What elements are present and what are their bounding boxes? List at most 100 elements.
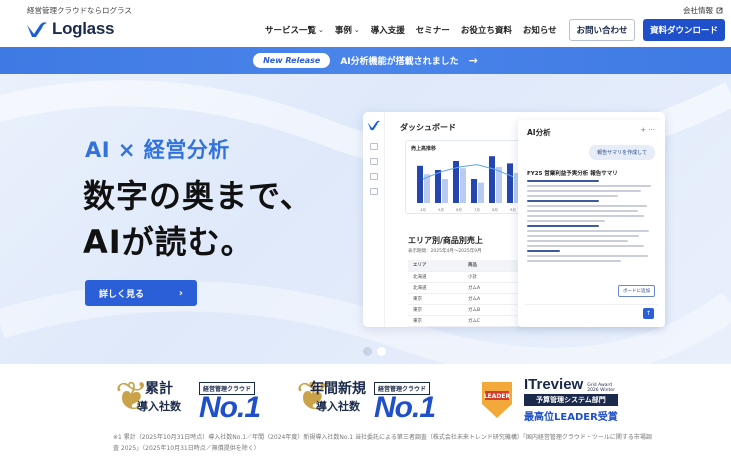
ai-chat-input[interactable]: ↑ [525,304,658,321]
chart-tick-label: 6月 [456,207,462,212]
table-cell: 小計 [462,271,515,283]
nav-label: サービス一覧 [265,26,317,36]
nav-item-resources[interactable]: お役立ち資料 [461,24,512,36]
award-subtitle: 導入社数 [316,400,360,413]
award-season: Grid Award 2026 Winter [587,383,615,393]
nav-label: 事例 [334,26,352,36]
chart-bar [478,182,484,203]
nav-item-services[interactable]: サービス一覧 ⌄ [265,24,324,36]
site-header: 経営管理クラウドならログラス Loglass 会社情報 サービス一覧 ⌄ 事例 ⌄ … [0,0,731,47]
brand-name: Loglass [52,19,115,38]
award-itreview-leader: LEADER ITreview Grid Award 2026 Winter 予… [474,374,654,424]
company-info-link[interactable]: 会社情報 [683,5,723,16]
column-header: エリア [408,260,463,272]
learn-more-label: 詳しく見る [99,289,145,300]
award-title: ITreview [524,376,584,393]
ai-summary-text [527,178,657,265]
award-category: 予算管理システム部門 [524,394,618,406]
itreview-leader-badge-icon: LEADER [482,382,512,418]
logo[interactable]: Loglass [26,19,114,39]
hero-title-line2: AIが読む。 [83,223,254,261]
leader-badge-text: LEADER [484,393,511,400]
award-rank: No.1 [374,391,436,424]
chart-bar [417,165,423,203]
dashboard-title: ダッシュボード [400,123,456,132]
carousel-dot-active[interactable] [377,347,386,356]
more-options-icon[interactable]: + ··· [640,126,655,134]
ai-analysis-panel: AI分析 + ··· 報告サマリを作成して FY25 営業利益予実分析 報告サマ… [518,120,665,327]
nav-item-seminar[interactable]: セミナー [416,24,450,36]
send-icon[interactable]: ↑ [643,308,654,319]
announcement-text: AI分析機能が搭載されました [340,57,459,67]
chart-bar [489,156,495,203]
chart-bar [496,167,502,203]
chart-bar [507,163,513,203]
nav-item-cases[interactable]: 事例 ⌄ [335,24,360,36]
ai-panel-title: AI分析 [527,128,551,137]
chart-bar [435,170,441,203]
nav-item-support[interactable]: 導入支援 [371,24,405,36]
header-tagline: 経営管理クラウドならログラス [27,6,132,15]
org-icon [370,188,378,195]
table-cell: 北海道 [408,271,463,283]
table-cell: ガムA [462,282,515,294]
new-release-badge: New Release [253,53,331,68]
announcement-bar[interactable]: New Release AI分析機能が搭載されました → [0,47,731,74]
download-button[interactable]: 資料ダウンロード [643,19,725,41]
hero-subtitle: AI × 経営分析 [85,138,230,162]
awards-section: ❦ 累計 導入社数 経営管理クラウド No.1 ❦ 年間新規 導入社数 経営管理… [0,364,731,460]
table-cell: ガムA [462,293,515,305]
loglass-bird-icon [27,22,47,37]
table-cell: 東京 [408,315,463,327]
column-header: 商品 [462,260,515,272]
hero-title-line1: 数字の奥まで、 [83,177,313,215]
award-tag: 最高位LEADER受賞 [524,412,618,423]
learn-more-button[interactable]: 詳しく見る › [85,280,197,306]
award-title: 累計 [145,381,173,397]
ai-prompt-bubble: 報告サマリを作成して [589,145,655,160]
main-nav: サービス一覧 ⌄ 事例 ⌄ 導入支援 セミナー お役立ち資料 お知らせ [265,24,557,36]
nav-item-news[interactable]: お知らせ [523,24,557,36]
arrow-right-icon: → [468,54,478,67]
award-rank: No.1 [199,391,261,424]
layers-icon [370,158,378,165]
awards-footnote: ※1 累計（2025年10月31日時点）導入社数No.1／年間（2024年度）新… [113,434,652,452]
company-info-label: 会社情報 [683,6,713,15]
chart-bar [442,179,448,203]
table-cell: ガムC [462,315,515,327]
grid-icon [370,143,378,150]
chart-tick-label: 7月 [474,207,480,212]
region-period: 表示期間：2025年4月〜2025年9月 [408,249,482,254]
chart-tick-label: 5月 [438,207,444,212]
table-cell: 北海道 [408,282,463,294]
award-annual-no1: ❦ 年間新規 導入社数 経営管理クラウド No.1 [296,374,461,424]
hero-section: AI × 経営分析 数字の奥まで、 AIが読む。 詳しく見る › ダッシュボード… [0,74,731,364]
chart-bar [460,168,466,203]
chart-tick-label: 8月 [492,207,498,212]
chevron-down-icon: ⌄ [318,26,324,34]
sales-chart-card: 売上高推移 4月 5月 6月 7月 8月 9月 [405,140,527,214]
sales-chart: 4月 5月 6月 7月 8月 9月 [417,156,520,212]
chart-bar [471,179,477,203]
carousel-dots [363,347,386,356]
contact-button[interactable]: お問い合わせ [569,19,635,41]
chevron-right-icon: › [178,287,183,299]
table-cell: 東京 [408,293,463,305]
region-title: エリア別/商品別売上 [408,236,483,245]
external-link-icon [716,7,723,14]
award-cumulative-no1: ❦ 累計 導入社数 経営管理クラウド No.1 [115,374,280,424]
ai-summary-title: FY25 営業利益予実分析 報告サマリ [527,171,618,177]
dashboard-sidebar [363,112,385,327]
add-to-board-button[interactable]: ボードに追加 [618,285,655,297]
award-subtitle: 導入社数 [137,400,181,413]
carousel-dot[interactable] [363,347,372,356]
table-cell: ガムB [462,304,515,316]
award-title: 年間新規 [310,381,366,397]
loglass-bird-icon [367,120,381,131]
chart-tick-label: 4月 [420,207,426,212]
chart-icon [370,173,378,180]
chevron-down-icon: ⌄ [353,26,360,34]
chart-tick-label: 9月 [510,207,516,212]
table-cell: 東京 [408,304,463,316]
hero-title: 数字の奥まで、 AIが読む。 [83,173,313,265]
